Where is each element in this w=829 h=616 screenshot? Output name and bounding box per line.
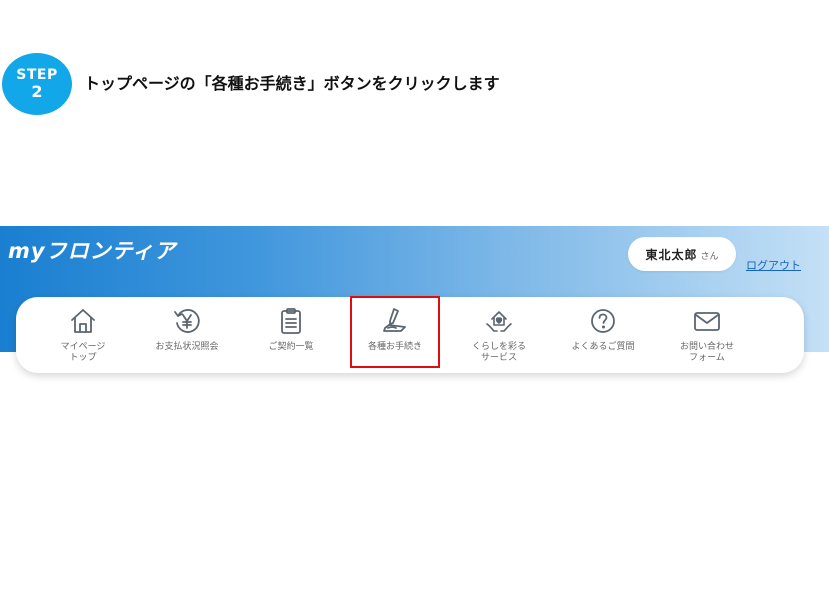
nav-item-faq[interactable]: よくあるご質問: [558, 297, 648, 373]
nav-item-contract-list[interactable]: ご契約一覧: [246, 297, 336, 373]
home-icon: [68, 306, 98, 336]
nav-label: よくあるご質問: [571, 342, 635, 352]
nav-item-payment-status[interactable]: お支払状況照会: [142, 297, 232, 373]
logout-link[interactable]: ログアウト: [746, 257, 801, 273]
nav-label: くらしを彩る サービス: [471, 342, 526, 363]
nav-label: 各種お手続き: [367, 342, 422, 352]
user-name-pill: 東北太郎 さん: [628, 237, 736, 271]
step-instruction: トップページの「各種お手続き」ボタンをクリックします: [84, 74, 500, 93]
app-screenshot: myフロンティア 東北太郎 さん ログアウト マイページ トップ お支払状況照会…: [0, 226, 829, 386]
nav-label: ご契約一覧: [268, 342, 314, 352]
yen-history-icon: [172, 306, 202, 336]
step-label: STEP: [16, 66, 58, 83]
house-heart-icon: [484, 306, 514, 336]
nav-label: マイページ トップ: [60, 342, 106, 363]
brand-logo[interactable]: myフロンティア: [8, 235, 176, 265]
user-name: 東北太郎: [645, 247, 698, 262]
nav-label: お問い合わせ フォーム: [679, 342, 734, 363]
user-honorific: さん: [700, 251, 719, 262]
pen-sign-icon: [380, 306, 410, 336]
nav-item-procedures[interactable]: 各種お手続き: [350, 297, 440, 373]
clipboard-icon: [276, 306, 306, 336]
mail-icon: [692, 306, 722, 336]
step-badge: STEP 2: [2, 53, 72, 115]
step-number: 2: [31, 81, 43, 101]
nav-item-mypage-top[interactable]: マイページ トップ: [38, 297, 128, 373]
nav-item-lifestyle-services[interactable]: くらしを彩る サービス: [454, 297, 544, 373]
nav-item-contact-form[interactable]: お問い合わせ フォーム: [662, 297, 752, 373]
question-icon: [588, 306, 618, 336]
main-nav: マイページ トップ お支払状況照会 ご契約一覧 各種お手続き くらしを彩る サー…: [16, 297, 804, 373]
nav-label: お支払状況照会: [155, 342, 219, 352]
